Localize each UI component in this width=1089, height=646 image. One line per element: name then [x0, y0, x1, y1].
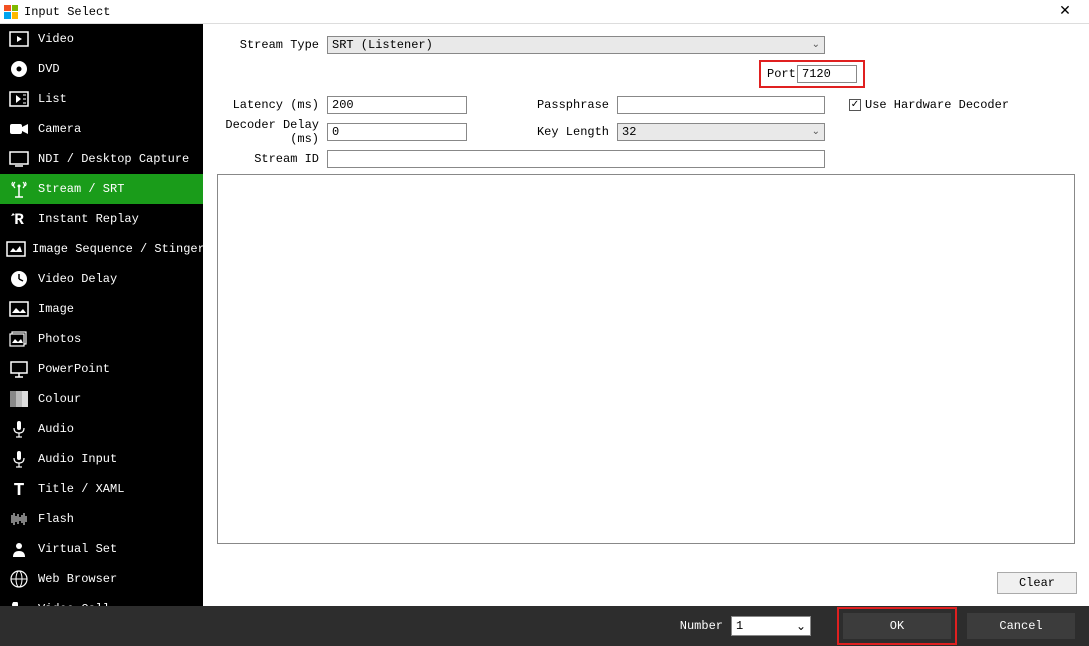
sidebar-item-camera[interactable]: Camera [0, 114, 203, 144]
svg-text:R: R [14, 211, 24, 228]
chevron-down-icon: ⌄ [812, 126, 820, 138]
antenna-icon [6, 179, 32, 199]
monitor-icon [6, 149, 32, 169]
latency-label: Latency (ms) [217, 98, 327, 112]
call-icon [6, 599, 32, 606]
sequence-icon [6, 239, 26, 259]
dvd-icon [6, 59, 32, 79]
sidebar-item-powerpoint[interactable]: PowerPoint [0, 354, 203, 384]
sidebar-item-label: Image [38, 302, 74, 316]
sidebar-item-label: Flash [38, 512, 74, 526]
flash-icon [6, 509, 32, 529]
sidebar-item-label: Audio Input [38, 452, 117, 466]
svg-text:T: T [14, 481, 25, 497]
clock-icon [6, 269, 32, 289]
passphrase-label: Passphrase [467, 98, 617, 112]
title-icon: T [6, 479, 32, 499]
number-select[interactable]: 1 ⌄ [731, 616, 811, 636]
hw-decoder-checkbox[interactable]: ✓ [849, 99, 861, 111]
stream-type-label: Stream Type [217, 38, 327, 52]
sidebar-item-audio-input[interactable]: Audio Input [0, 444, 203, 474]
sidebar-item-sequence[interactable]: Image Sequence / Stinger [0, 234, 203, 264]
sidebar-item-ndi[interactable]: NDI / Desktop Capture [0, 144, 203, 174]
clear-button[interactable]: Clear [997, 572, 1077, 594]
cancel-button[interactable]: Cancel [967, 613, 1075, 639]
sidebar-item-label: DVD [38, 62, 60, 76]
sidebar-item-label: Colour [38, 392, 81, 406]
decoder-delay-label: Decoder Delay (ms) [217, 118, 327, 146]
bottombar: Number 1 ⌄ OK Cancel [0, 606, 1089, 646]
decoder-delay-input[interactable] [327, 123, 467, 141]
sidebar-item-image[interactable]: Image [0, 294, 203, 324]
photos-icon [6, 329, 32, 349]
sidebar-item-browser[interactable]: Web Browser [0, 564, 203, 594]
chevron-down-icon: ⌄ [812, 39, 820, 51]
port-input[interactable] [797, 65, 857, 83]
sidebar-item-video-call[interactable]: Video Call [0, 594, 203, 606]
sidebar-item-list[interactable]: List [0, 84, 203, 114]
image-icon [6, 299, 32, 319]
sidebar-item-label: PowerPoint [38, 362, 110, 376]
sidebar-item-label: Video Call [38, 602, 110, 606]
mic-icon [6, 419, 32, 439]
sidebar-item-replay[interactable]: R Instant Replay [0, 204, 203, 234]
sidebar-item-virtual-set[interactable]: Virtual Set [0, 534, 203, 564]
virtual-set-icon [6, 539, 32, 559]
sidebar-item-label: Image Sequence / Stinger [32, 242, 203, 256]
chevron-down-icon: ⌄ [796, 619, 806, 634]
window-title: Input Select [24, 5, 1045, 19]
colour-icon [6, 389, 32, 409]
sidebar-item-stream[interactable]: Stream / SRT [0, 174, 203, 204]
mic-input-icon [6, 449, 32, 469]
list-icon [6, 89, 32, 109]
log-area[interactable] [217, 174, 1075, 544]
titlebar: Input Select ✕ [0, 0, 1089, 24]
sidebar: Video DVD List Camera NDI / Desktop Capt… [0, 24, 203, 606]
sidebar-item-flash[interactable]: Flash [0, 504, 203, 534]
sidebar-item-label: Instant Replay [38, 212, 139, 226]
ok-highlight: OK [837, 607, 957, 645]
key-length-label: Key Length [467, 125, 617, 139]
number-value: 1 [736, 619, 743, 633]
sidebar-item-delay[interactable]: Video Delay [0, 264, 203, 294]
stream-id-input[interactable] [327, 150, 825, 168]
sidebar-item-label: Virtual Set [38, 542, 117, 556]
key-length-value: 32 [622, 125, 636, 139]
stream-type-select[interactable]: SRT (Listener) ⌄ [327, 36, 825, 54]
sidebar-item-label: List [38, 92, 67, 106]
sidebar-item-colour[interactable]: Colour [0, 384, 203, 414]
hw-decoder-label: Use Hardware Decoder [865, 98, 1009, 112]
key-length-select[interactable]: 32 ⌄ [617, 123, 825, 141]
latency-input[interactable] [327, 96, 467, 114]
sidebar-item-audio[interactable]: Audio [0, 414, 203, 444]
ok-button[interactable]: OK [843, 613, 951, 639]
stream-id-label: Stream ID [217, 152, 327, 166]
sidebar-item-dvd[interactable]: DVD [0, 54, 203, 84]
sidebar-item-label: Video [38, 32, 74, 46]
app-icon [4, 5, 18, 19]
sidebar-item-label: Camera [38, 122, 81, 136]
sidebar-item-label: Photos [38, 332, 81, 346]
sidebar-item-title[interactable]: T Title / XAML [0, 474, 203, 504]
globe-icon [6, 569, 32, 589]
port-label: Port [767, 67, 797, 81]
sidebar-item-label: Stream / SRT [38, 182, 124, 196]
video-icon [6, 29, 32, 49]
sidebar-item-photos[interactable]: Photos [0, 324, 203, 354]
replay-icon: R [6, 209, 32, 229]
sidebar-item-label: Title / XAML [38, 482, 124, 496]
camera-icon [6, 119, 32, 139]
presentation-icon [6, 359, 32, 379]
close-button[interactable]: ✕ [1045, 0, 1085, 23]
sidebar-item-label: NDI / Desktop Capture [38, 152, 189, 166]
sidebar-item-video[interactable]: Video [0, 24, 203, 54]
content-panel: Stream Type SRT (Listener) ⌄ Port Latenc… [203, 24, 1089, 606]
number-label: Number [680, 619, 723, 633]
sidebar-item-label: Audio [38, 422, 74, 436]
sidebar-item-label: Web Browser [38, 572, 117, 586]
passphrase-input[interactable] [617, 96, 825, 114]
stream-type-value: SRT (Listener) [332, 38, 433, 52]
sidebar-item-label: Video Delay [38, 272, 117, 286]
port-highlight: Port [759, 60, 865, 88]
